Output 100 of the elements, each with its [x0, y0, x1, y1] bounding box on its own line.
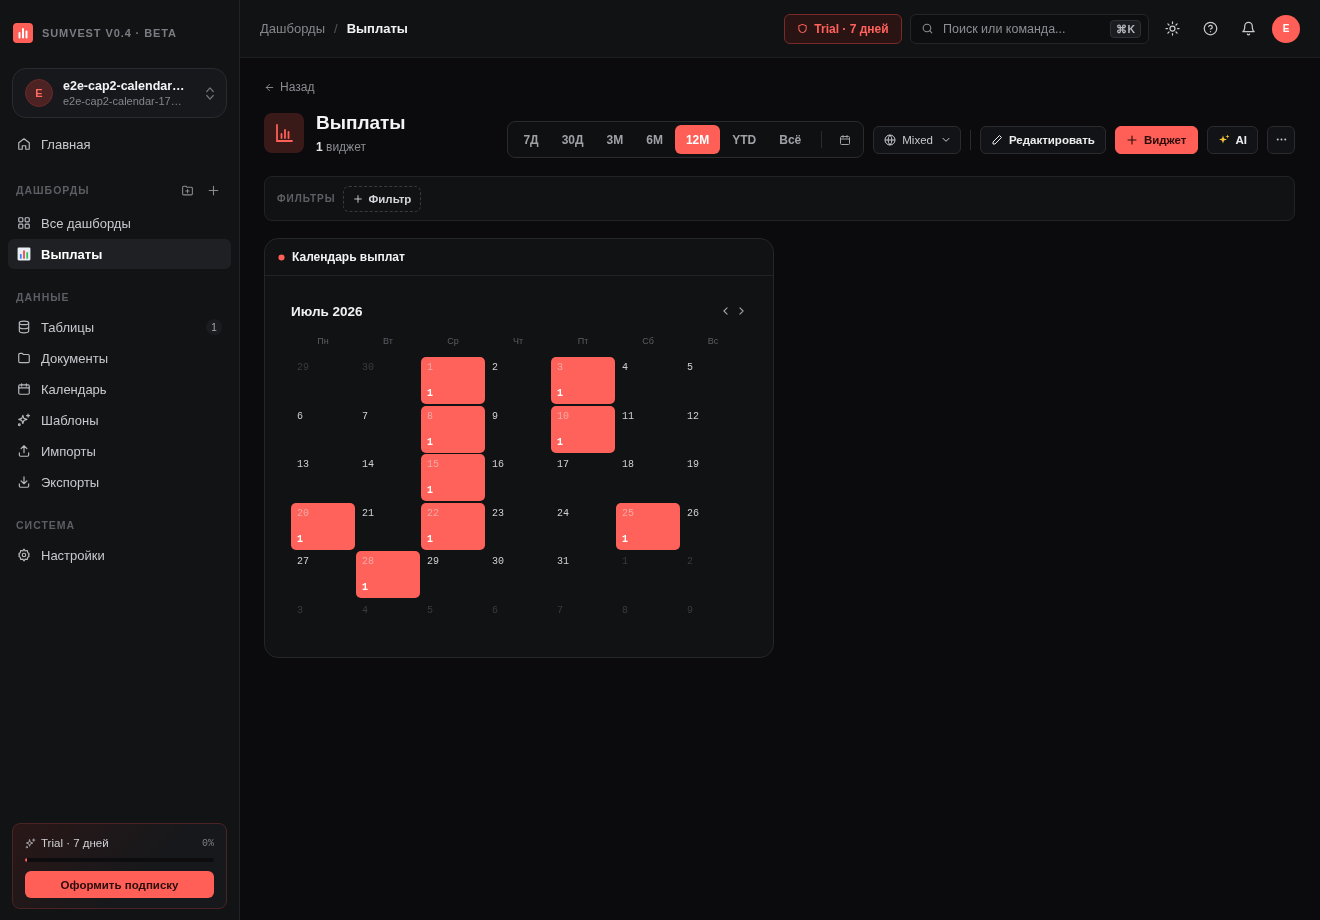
- day-cell[interactable]: 11: [616, 405, 680, 453]
- shield-icon: [797, 23, 809, 34]
- bar-chart-icon: [17, 247, 31, 261]
- section-title: ДАННЫЕ: [16, 291, 71, 303]
- day-cell[interactable]: 19: [681, 454, 745, 501]
- nav-item[interactable]: Импорты: [8, 436, 231, 466]
- plus-icon: [353, 193, 364, 204]
- section-title: ДАШБОРДЫ: [16, 184, 91, 196]
- day-cell[interactable]: 13: [291, 454, 355, 501]
- plus-icon: [1125, 133, 1138, 146]
- sparkle-icon: [17, 413, 31, 427]
- day-cell[interactable]: 27: [291, 551, 355, 598]
- day-number: 3: [557, 362, 564, 374]
- day-number: 20: [297, 507, 310, 520]
- workspace-name: e2e-cap2-calendar…: [63, 79, 186, 93]
- period-tab[interactable]: YTD: [721, 125, 768, 154]
- day-number: 15: [427, 459, 440, 471]
- trial-badge[interactable]: Trial · 7 дней: [784, 13, 902, 44]
- day-cell[interactable]: 31: [551, 551, 615, 598]
- day-cell[interactable]: 7: [356, 405, 420, 453]
- period-tab[interactable]: 3М: [595, 125, 635, 154]
- payment-count: 1: [557, 436, 563, 449]
- day-cell[interactable]: 9: [486, 405, 550, 453]
- edit-button[interactable]: Редактировать: [979, 125, 1106, 154]
- nav-item[interactable]: Все дашборды: [8, 208, 231, 238]
- period-tab[interactable]: Всё: [768, 125, 813, 154]
- weekday-label: Вт: [382, 336, 394, 346]
- download-icon: [17, 475, 31, 489]
- filters-label: ФИЛЬТРЫ: [277, 193, 336, 204]
- day-cell[interactable]: 21: [356, 502, 420, 550]
- month-title: Июль 2026: [291, 303, 363, 319]
- search-icon: [921, 22, 934, 35]
- nav-item[interactable]: Главная: [8, 129, 231, 159]
- nav-item[interactable]: Выплаты: [8, 239, 231, 269]
- breadcrumb-separator: /: [334, 21, 338, 36]
- day-number: 8: [427, 410, 434, 423]
- payment-count: 1: [297, 533, 303, 546]
- day-cell[interactable]: 16: [486, 454, 550, 501]
- weekday-label: Сб: [641, 336, 655, 346]
- day-number: 10: [557, 410, 570, 423]
- day-cell[interactable]: 12: [681, 405, 745, 453]
- day-number: 1: [427, 362, 434, 374]
- ai-button[interactable]: AI: [1206, 125, 1258, 154]
- page-title: Выплаты: [316, 111, 406, 135]
- chevron-up-down-icon: [206, 86, 214, 100]
- view-mode-dropdown[interactable]: Mixed: [873, 125, 961, 154]
- add-widget-button[interactable]: Виджет: [1114, 125, 1198, 154]
- sun-icon: [1164, 21, 1180, 36]
- nav-item[interactable]: Настройки: [8, 540, 231, 570]
- subscribe-button[interactable]: Оформить подписку: [25, 871, 214, 898]
- day-number: 28: [362, 556, 375, 568]
- workspace-avatar: E: [25, 79, 53, 107]
- day-cell[interactable]: 23: [486, 502, 550, 550]
- upload-icon: [17, 444, 31, 458]
- period-tab[interactable]: 6М: [635, 125, 674, 154]
- day-cell[interactable]: 24: [551, 502, 615, 550]
- back-link[interactable]: Назад: [264, 79, 315, 95]
- payment-count: 1: [557, 388, 563, 400]
- pencil-icon: [990, 133, 1003, 146]
- widget-title: Календарь выплат: [292, 250, 405, 264]
- breadcrumb-link[interactable]: Дашборды: [260, 21, 325, 36]
- day-cell[interactable]: 29: [421, 551, 485, 598]
- nav-item[interactable]: Документы: [8, 343, 231, 373]
- home-icon: [17, 137, 31, 151]
- day-cell[interactable]: 4: [616, 357, 680, 404]
- day-cell[interactable]: 30: [486, 551, 550, 598]
- trial-label: Trial · 7 дней: [41, 837, 110, 849]
- nav-item[interactable]: Экспорты: [8, 467, 231, 497]
- nav-item[interactable]: Календарь: [8, 374, 231, 404]
- more-dots-icon: [1275, 138, 1287, 141]
- nav-item[interactable]: Таблицы 1: [8, 312, 231, 342]
- help-icon: [1202, 21, 1218, 36]
- day-cell[interactable]: 26: [681, 502, 745, 550]
- day-cell[interactable]: 14: [356, 454, 420, 501]
- calendar-icon: [839, 133, 852, 146]
- count-badge: 1: [206, 319, 222, 335]
- day-cell[interactable]: 18: [616, 454, 680, 501]
- widget-count: 1 виджет: [316, 140, 367, 154]
- globe-icon: [884, 133, 897, 146]
- status-dot-icon: [278, 253, 285, 261]
- folder-plus-icon: [180, 183, 194, 197]
- calendar-icon: [17, 382, 31, 396]
- day-number: 25: [622, 507, 635, 520]
- payment-count: 1: [362, 582, 368, 594]
- add-filter-button[interactable]: Фильтр: [343, 185, 422, 212]
- payment-count: 1: [427, 388, 433, 400]
- nav-item[interactable]: Шаблоны: [8, 405, 231, 435]
- weekday-label: Пт: [576, 336, 590, 346]
- weekday-label: Чт: [511, 336, 525, 346]
- day-cell[interactable]: 17: [551, 454, 615, 501]
- period-tab[interactable]: 7Д: [512, 125, 550, 154]
- workspace-id: e2e-cap2-calendar-17…: [63, 95, 183, 107]
- payment-count: 1: [427, 485, 433, 497]
- day-cell[interactable]: 2: [486, 357, 550, 404]
- breadcrumb-link[interactable]: Выплаты: [346, 21, 408, 36]
- day-cell[interactable]: 6: [291, 405, 355, 453]
- period-tab[interactable]: 30Д: [550, 125, 595, 154]
- day-cell[interactable]: 5: [681, 357, 745, 404]
- workspace-switcher[interactable]: E e2e-cap2-calendar… e2e-cap2-calendar-17…: [12, 68, 227, 118]
- weekday-label: Ср: [446, 336, 460, 346]
